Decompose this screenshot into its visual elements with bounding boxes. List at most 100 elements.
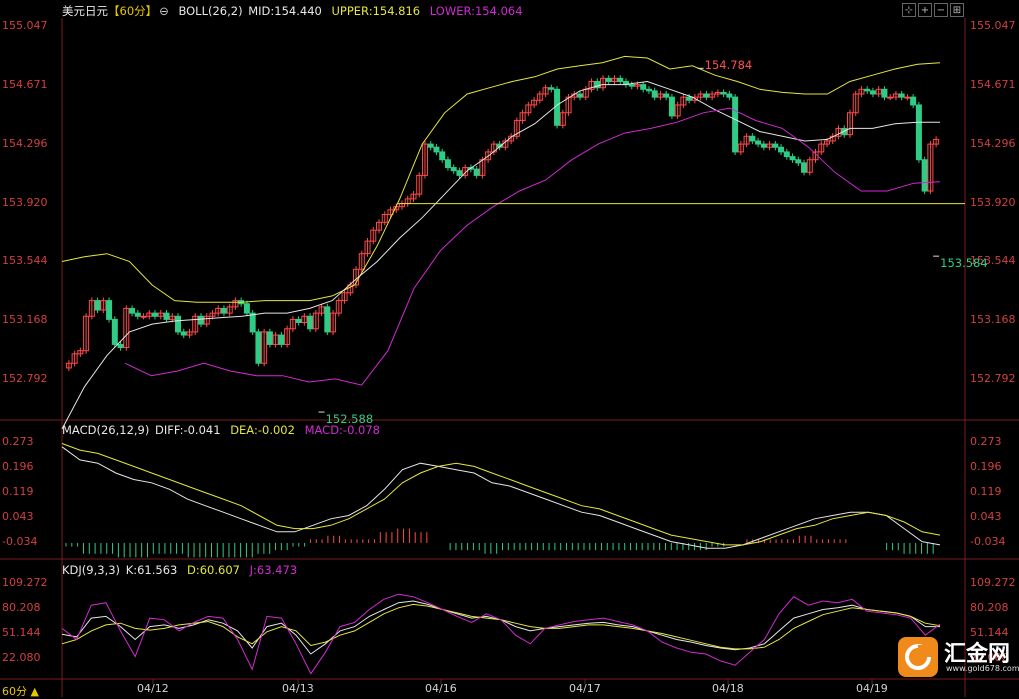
candle-body bbox=[640, 84, 647, 90]
y-tick-label: 154.296 bbox=[970, 136, 1016, 150]
candle-body bbox=[864, 88, 871, 92]
candle-body bbox=[134, 312, 141, 317]
logo-url: www.gold678.com bbox=[946, 664, 1019, 673]
y-tick-label: 155.047 bbox=[2, 19, 48, 33]
candle-body bbox=[129, 307, 136, 314]
candle-body bbox=[772, 143, 779, 148]
candle-body bbox=[163, 312, 170, 320]
y-tick-label: -0.034 bbox=[970, 534, 1006, 548]
candle-body bbox=[577, 93, 584, 98]
x-tick-label: 04/18 bbox=[712, 682, 744, 695]
period-label[interactable]: 【60分】 bbox=[108, 4, 157, 18]
boll-name[interactable]: BOLL(26,2) bbox=[178, 4, 242, 18]
settings-icon[interactable]: ⊖ bbox=[159, 4, 169, 18]
zoom-in-icon[interactable]: + bbox=[918, 3, 932, 17]
candle-body bbox=[439, 151, 446, 161]
boll-mid: MID:154.440 bbox=[248, 4, 322, 18]
y-tick-label: 22.080 bbox=[2, 651, 41, 665]
macd-dea-line bbox=[61, 443, 941, 546]
y-tick-label: 0.119 bbox=[970, 484, 1002, 498]
boll-mid-line bbox=[61, 80, 940, 430]
candle-body bbox=[663, 93, 670, 98]
macd-diff-line bbox=[61, 446, 941, 549]
candle-body bbox=[473, 168, 480, 176]
candle-body bbox=[605, 77, 612, 82]
candle-body bbox=[686, 96, 693, 101]
boll-lower-line bbox=[124, 107, 941, 386]
macd-dea: DEA:-0.002 bbox=[230, 423, 295, 437]
candle-body bbox=[749, 135, 756, 142]
candle-body bbox=[111, 318, 118, 345]
candle-body bbox=[881, 88, 888, 98]
candle-body bbox=[197, 315, 204, 325]
x-tick-label: 04/12 bbox=[137, 682, 169, 695]
y-tick-label: 80.208 bbox=[2, 601, 41, 615]
y-tick-label: 0.196 bbox=[970, 459, 1002, 473]
x-tick-label: 04/16 bbox=[425, 682, 457, 695]
macd-name[interactable]: MACD(26,12,9) bbox=[62, 423, 149, 437]
candle-body bbox=[783, 151, 790, 158]
candle-body bbox=[795, 159, 802, 164]
candle-body bbox=[278, 334, 285, 345]
candle-body bbox=[898, 93, 905, 98]
candle-body bbox=[324, 306, 331, 333]
candle-body bbox=[921, 159, 928, 192]
y-tick-label: 153.168 bbox=[2, 313, 48, 327]
kdj-header: KDJ(9,3,3) K:61.563 D:60.607 J:63.473 bbox=[62, 563, 303, 577]
candle-body bbox=[427, 143, 434, 148]
x-tick-label: 04/13 bbox=[282, 682, 314, 695]
crosshair-icon[interactable]: ⊹ bbox=[902, 3, 916, 17]
candle-body bbox=[444, 159, 451, 169]
candle-body bbox=[651, 90, 658, 98]
y-tick-label: 153.544 bbox=[2, 254, 48, 268]
candle-body bbox=[106, 300, 113, 320]
kdj-k: K:61.563 bbox=[125, 563, 178, 577]
symbol-label: 美元日元 bbox=[62, 4, 108, 18]
y-tick-label: 0.119 bbox=[2, 484, 34, 498]
candle-body bbox=[243, 303, 250, 314]
y-tick-label: 51.144 bbox=[2, 626, 41, 640]
layout-icon[interactable]: ⊞ bbox=[950, 3, 964, 17]
candle-body bbox=[307, 315, 314, 330]
zoom-out-icon[interactable]: − bbox=[934, 3, 948, 17]
y-tick-label: 153.168 bbox=[970, 313, 1016, 327]
candle-body bbox=[255, 331, 262, 364]
candle-body bbox=[266, 331, 273, 345]
candle-body bbox=[778, 146, 785, 153]
y-tick-label: 152.792 bbox=[970, 372, 1016, 386]
candle-body bbox=[628, 84, 635, 87]
candle-body bbox=[450, 167, 457, 172]
candle-body bbox=[645, 88, 652, 92]
candle-body bbox=[295, 318, 302, 324]
y-tick-label: -0.034 bbox=[2, 534, 38, 548]
kdj-d: D:60.607 bbox=[187, 563, 240, 577]
candle-body bbox=[668, 96, 675, 117]
y-tick-label: 154.671 bbox=[2, 78, 48, 92]
candle-body bbox=[703, 93, 710, 98]
kdj-j: J:63.473 bbox=[249, 563, 298, 577]
candle-body bbox=[617, 77, 624, 82]
candle-body bbox=[755, 140, 762, 145]
y-tick-label: 109.272 bbox=[2, 576, 48, 590]
y-tick-label: 153.920 bbox=[2, 195, 48, 209]
candle-body bbox=[174, 315, 181, 333]
kdj-name[interactable]: KDJ(9,3,3) bbox=[62, 563, 120, 577]
main-header: 美元日元【60分】 ⊖ BOLL(26,2) MID:154.440 UPPER:… bbox=[62, 4, 529, 18]
y-tick-label: 0.043 bbox=[970, 509, 1002, 523]
candle-body bbox=[456, 170, 463, 176]
logo: 汇金网 www.gold678.com bbox=[896, 634, 1019, 680]
y-tick-label: 154.671 bbox=[970, 78, 1016, 92]
candle-body bbox=[915, 104, 922, 161]
price-annotation: 154.784 bbox=[704, 58, 753, 73]
candle-body bbox=[433, 146, 440, 153]
boll-lower: LOWER:154.064 bbox=[429, 4, 523, 18]
x-tick-label: 04/19 bbox=[856, 682, 888, 695]
candle-body bbox=[554, 88, 561, 126]
boll-upper-line bbox=[61, 55, 941, 303]
y-tick-label: 0.043 bbox=[2, 509, 34, 523]
kdj-j-line bbox=[61, 593, 941, 675]
candle-body bbox=[117, 343, 124, 349]
candle-body bbox=[910, 96, 917, 106]
logo-icon bbox=[898, 637, 938, 677]
chevron-up-icon: ▲ bbox=[30, 685, 39, 698]
